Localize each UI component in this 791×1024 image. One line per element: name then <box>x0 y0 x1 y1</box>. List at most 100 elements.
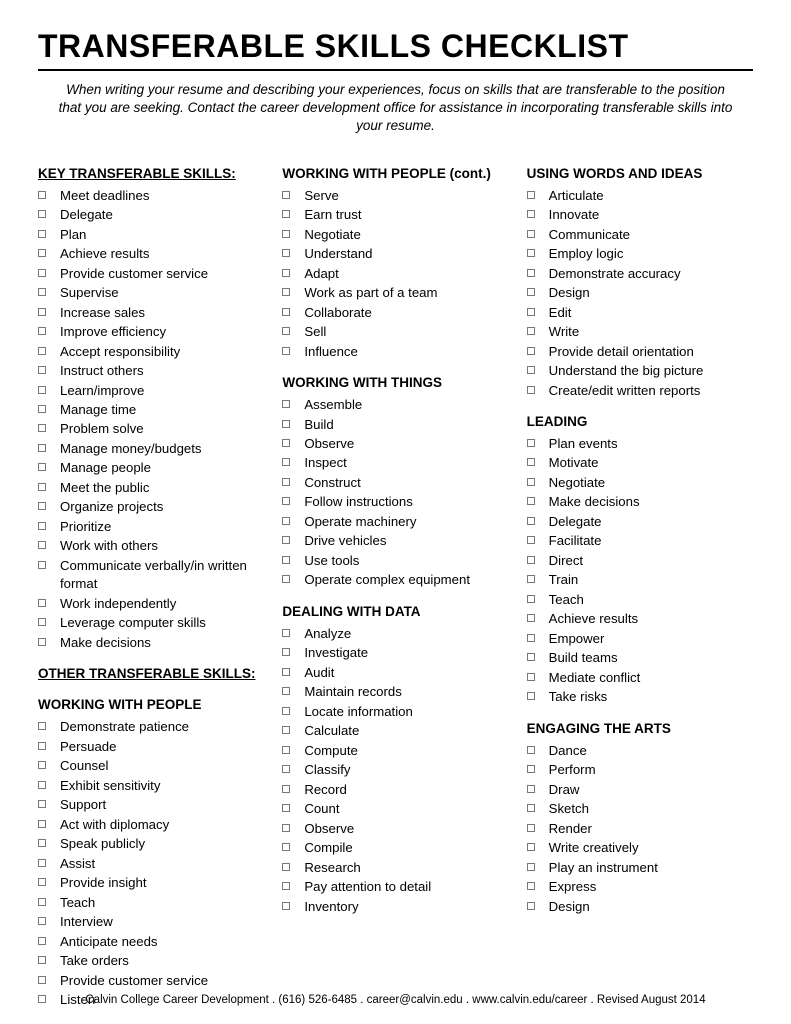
checkbox-icon[interactable] <box>527 746 535 754</box>
checkbox-icon[interactable] <box>282 497 290 505</box>
checkbox-icon[interactable] <box>527 366 535 374</box>
checkbox-icon[interactable] <box>527 269 535 277</box>
checkbox-icon[interactable] <box>282 707 290 715</box>
checkbox-icon[interactable] <box>527 191 535 199</box>
checkbox-icon[interactable] <box>282 687 290 695</box>
checkbox-icon[interactable] <box>282 517 290 525</box>
checkbox-icon[interactable] <box>527 824 535 832</box>
checkbox-icon[interactable] <box>38 288 46 296</box>
checkbox-icon[interactable] <box>282 575 290 583</box>
checkbox-icon[interactable] <box>38 483 46 491</box>
checkbox-icon[interactable] <box>527 327 535 335</box>
checkbox-icon[interactable] <box>38 917 46 925</box>
checkbox-icon[interactable] <box>527 288 535 296</box>
checkbox-icon[interactable] <box>38 638 46 646</box>
checkbox-icon[interactable] <box>38 327 46 335</box>
checkbox-icon[interactable] <box>282 648 290 656</box>
checkbox-icon[interactable] <box>527 575 535 583</box>
checkbox-icon[interactable] <box>38 424 46 432</box>
checkbox-icon[interactable] <box>527 386 535 394</box>
checkbox-icon[interactable] <box>527 536 535 544</box>
checkbox-icon[interactable] <box>527 347 535 355</box>
checkbox-icon[interactable] <box>38 800 46 808</box>
checkbox-icon[interactable] <box>282 420 290 428</box>
checkbox-icon[interactable] <box>38 249 46 257</box>
checkbox-icon[interactable] <box>38 463 46 471</box>
checkbox-icon[interactable] <box>282 458 290 466</box>
checkbox-icon[interactable] <box>282 478 290 486</box>
checkbox-icon[interactable] <box>38 541 46 549</box>
checkbox-icon[interactable] <box>527 843 535 851</box>
checkbox-icon[interactable] <box>527 249 535 257</box>
checkbox-icon[interactable] <box>527 785 535 793</box>
checkbox-icon[interactable] <box>282 804 290 812</box>
checkbox-icon[interactable] <box>527 863 535 871</box>
checkbox-icon[interactable] <box>527 614 535 622</box>
checkbox-icon[interactable] <box>282 765 290 773</box>
checkbox-icon[interactable] <box>282 400 290 408</box>
checkbox-icon[interactable] <box>282 668 290 676</box>
checkbox-icon[interactable] <box>527 804 535 812</box>
checkbox-icon[interactable] <box>38 366 46 374</box>
checkbox-icon[interactable] <box>282 347 290 355</box>
checkbox-icon[interactable] <box>38 561 46 569</box>
checkbox-icon[interactable] <box>38 308 46 316</box>
checkbox-icon[interactable] <box>38 839 46 847</box>
checkbox-icon[interactable] <box>282 902 290 910</box>
checkbox-icon[interactable] <box>38 269 46 277</box>
checkbox-icon[interactable] <box>282 191 290 199</box>
checkbox-icon[interactable] <box>527 458 535 466</box>
checkbox-icon[interactable] <box>282 843 290 851</box>
checkbox-icon[interactable] <box>38 502 46 510</box>
checkbox-icon[interactable] <box>38 522 46 530</box>
checkbox-icon[interactable] <box>527 653 535 661</box>
checkbox-icon[interactable] <box>38 956 46 964</box>
checkbox-icon[interactable] <box>527 902 535 910</box>
checkbox-icon[interactable] <box>38 937 46 945</box>
checkbox-icon[interactable] <box>527 478 535 486</box>
checkbox-icon[interactable] <box>38 722 46 730</box>
checkbox-icon[interactable] <box>282 536 290 544</box>
checkbox-icon[interactable] <box>282 210 290 218</box>
checkbox-icon[interactable] <box>38 761 46 769</box>
checkbox-icon[interactable] <box>527 673 535 681</box>
checkbox-icon[interactable] <box>527 595 535 603</box>
checkbox-icon[interactable] <box>527 517 535 525</box>
checkbox-icon[interactable] <box>527 439 535 447</box>
checkbox-icon[interactable] <box>38 742 46 750</box>
checkbox-icon[interactable] <box>527 556 535 564</box>
checkbox-icon[interactable] <box>38 405 46 413</box>
checkbox-icon[interactable] <box>38 191 46 199</box>
checkbox-icon[interactable] <box>282 249 290 257</box>
checkbox-icon[interactable] <box>38 781 46 789</box>
checkbox-icon[interactable] <box>38 898 46 906</box>
checkbox-icon[interactable] <box>282 327 290 335</box>
checkbox-icon[interactable] <box>38 599 46 607</box>
checkbox-icon[interactable] <box>282 269 290 277</box>
checkbox-icon[interactable] <box>282 863 290 871</box>
checkbox-icon[interactable] <box>38 618 46 626</box>
checkbox-icon[interactable] <box>282 785 290 793</box>
checkbox-icon[interactable] <box>38 878 46 886</box>
checkbox-icon[interactable] <box>282 439 290 447</box>
checkbox-icon[interactable] <box>527 634 535 642</box>
checkbox-icon[interactable] <box>282 288 290 296</box>
checkbox-icon[interactable] <box>282 556 290 564</box>
checkbox-icon[interactable] <box>282 629 290 637</box>
checkbox-icon[interactable] <box>527 765 535 773</box>
checkbox-icon[interactable] <box>38 859 46 867</box>
checkbox-icon[interactable] <box>38 444 46 452</box>
checkbox-icon[interactable] <box>527 230 535 238</box>
checkbox-icon[interactable] <box>38 976 46 984</box>
checkbox-icon[interactable] <box>527 692 535 700</box>
checkbox-icon[interactable] <box>38 230 46 238</box>
checkbox-icon[interactable] <box>282 230 290 238</box>
checkbox-icon[interactable] <box>527 882 535 890</box>
checkbox-icon[interactable] <box>282 308 290 316</box>
checkbox-icon[interactable] <box>38 820 46 828</box>
checkbox-icon[interactable] <box>282 746 290 754</box>
checkbox-icon[interactable] <box>527 497 535 505</box>
checkbox-icon[interactable] <box>38 347 46 355</box>
checkbox-icon[interactable] <box>282 882 290 890</box>
checkbox-icon[interactable] <box>38 210 46 218</box>
